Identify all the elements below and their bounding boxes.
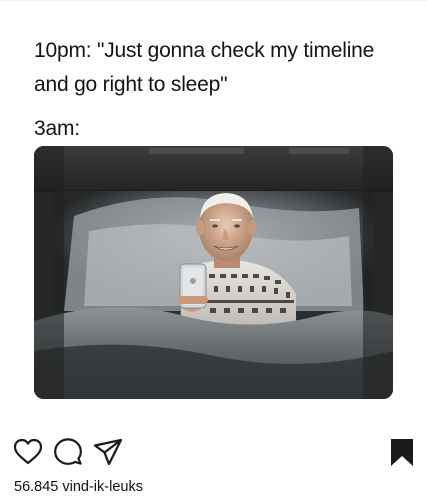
man-in-bed-with-phone-illustration — [34, 146, 393, 399]
comment-icon[interactable] — [52, 436, 84, 468]
caption-line-1: 10pm: "Just gonna check my timeline — [34, 39, 375, 62]
bookmark-icon[interactable] — [386, 436, 418, 468]
likes-count[interactable]: 56.845 vind-ik-leuks — [14, 478, 143, 496]
send-icon[interactable] — [92, 436, 124, 468]
caption-line-3: 3am: — [34, 117, 80, 140]
top-divider — [0, 0, 427, 1]
post-photo[interactable] — [34, 146, 393, 399]
heart-icon[interactable] — [12, 436, 44, 468]
caption-line-2: and go right to sleep" — [34, 73, 228, 96]
post-actions-bar — [0, 436, 427, 472]
